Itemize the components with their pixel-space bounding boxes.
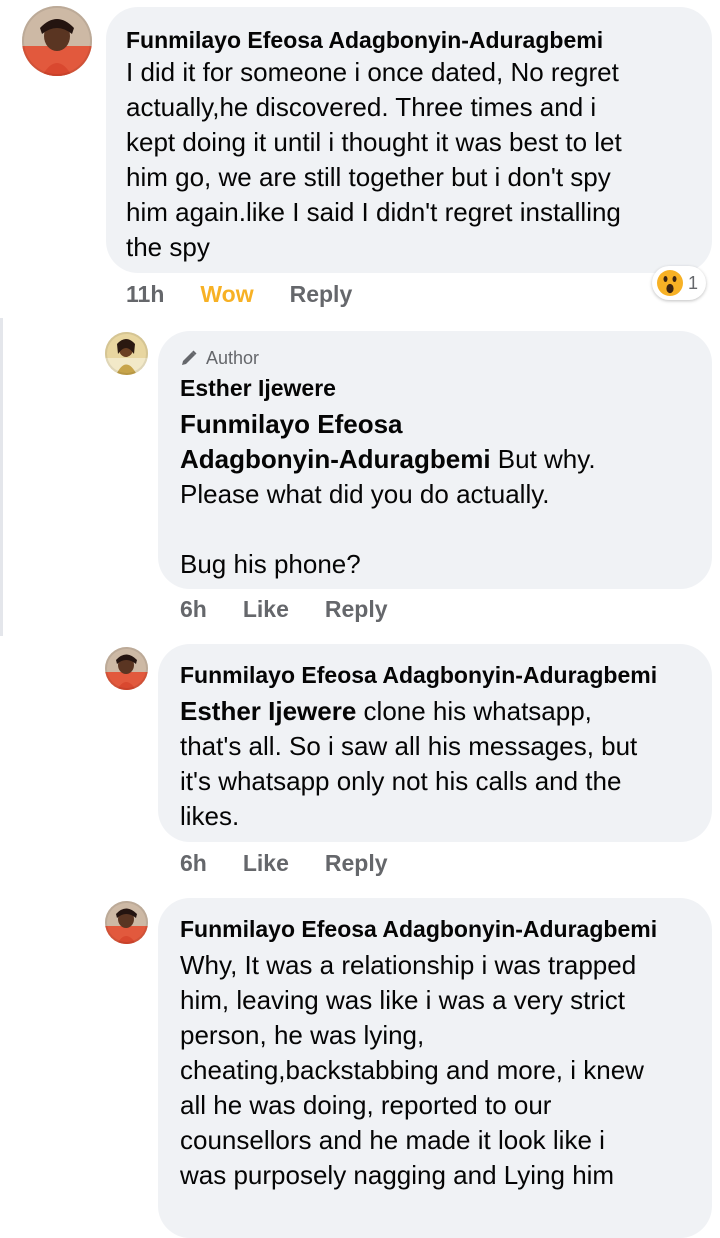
comment-author[interactable]: Esther Ijewere [180,373,692,403]
comment-bubble: Author Esther Ijewere Funmilayo Efeosa A… [158,331,712,589]
thread-connector-line [0,318,3,636]
comment-author[interactable]: Funmilayo Efeosa Adagbonyin-Aduragbemi [180,914,692,944]
avatar[interactable] [105,332,148,375]
comment-actions: 11h Wow Reply [126,280,388,308]
like-button[interactable]: Like [243,596,289,623]
comment-timestamp[interactable]: 11h [126,281,164,308]
avatar-ring [105,901,148,944]
mention-link[interactable]: Funmilayo Efeosa Adagbonyin-Aduragbemi [180,409,491,474]
author-badge-label: Author [206,347,260,368]
avatar[interactable] [105,901,148,944]
reply-button[interactable]: Reply [290,281,353,308]
comment-bubble: Funmilayo Efeosa Adagbonyin-Aduragbemi E… [158,644,712,842]
avatar-ring [22,6,92,76]
comment-bubble: Funmilayo Efeosa Adagbonyin-Aduragbemi I… [106,7,712,273]
reply-button[interactable]: Reply [325,596,388,623]
comment-author[interactable]: Funmilayo Efeosa Adagbonyin-Aduragbemi [126,25,690,55]
comment-text: Funmilayo Efeosa Adagbonyin-Aduragbemi B… [180,407,692,582]
like-button[interactable]: Like [243,850,289,877]
wow-emoji-icon [657,270,683,296]
wow-reaction-button[interactable]: Wow [200,281,253,308]
avatar-ring [105,647,148,690]
author-badge: Author [180,345,692,371]
comment-actions: 6h Like Reply [180,595,424,623]
avatar[interactable] [105,647,148,690]
comment-bubble: Funmilayo Efeosa Adagbonyin-Aduragbemi W… [158,898,712,1238]
reaction-summary[interactable]: 1 [652,266,707,300]
comment-text: I did it for someone i once dated, No re… [126,57,622,262]
pencil-icon [182,350,197,365]
comment-timestamp[interactable]: 6h [180,850,207,877]
comment-actions: 6h Like Reply [180,849,424,877]
comment-author[interactable]: Funmilayo Efeosa Adagbonyin-Aduragbemi [180,660,692,690]
comment-text: Esther Ijewere clone his whatsapp, that'… [180,694,692,834]
comment-timestamp[interactable]: 6h [180,596,207,623]
comment-text: Why, It was a relationship i was trapped… [180,950,644,1190]
reply-button[interactable]: Reply [325,850,388,877]
avatar-ring [105,332,148,375]
reaction-count: 1 [688,272,699,293]
avatar[interactable] [22,6,92,76]
mention-link[interactable]: Esther Ijewere [180,696,356,726]
